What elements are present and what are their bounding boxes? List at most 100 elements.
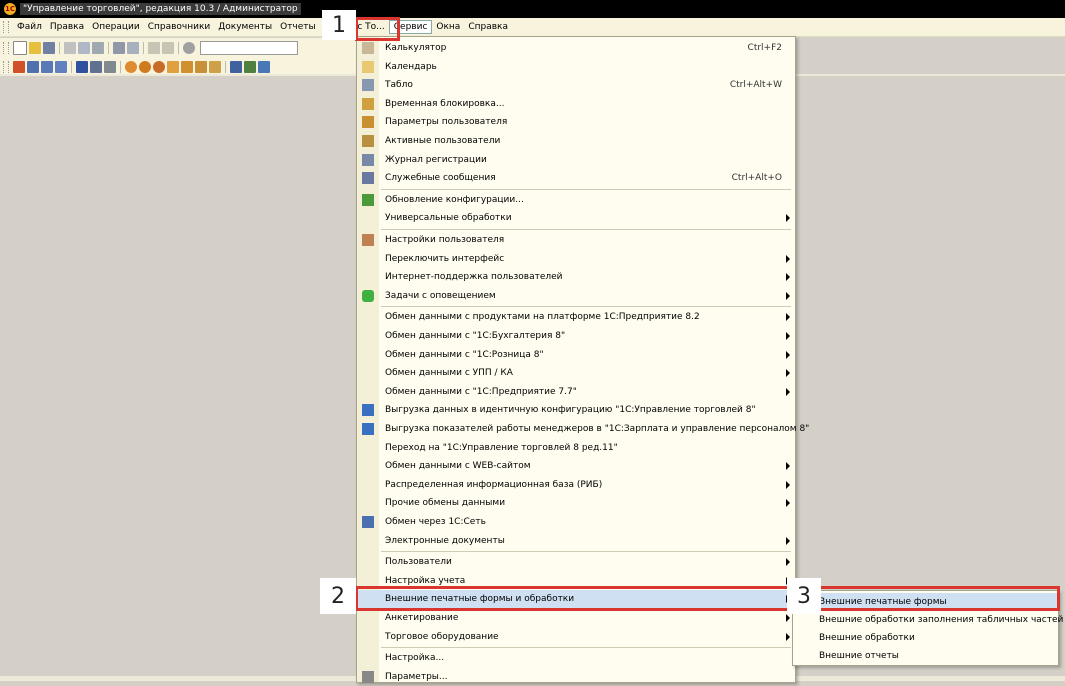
menu-item[interactable]: Электронные документы [357,532,795,550]
menu-item[interactable]: Настройки пользователя [357,231,795,249]
menu-0[interactable]: Файл [13,21,46,33]
purchase-icon[interactable] [139,61,151,73]
menu-8[interactable]: Окна [432,21,464,33]
menu-item-label: Обмен данными с "1С:Предприятие 7.7" [385,386,577,397]
menu-3[interactable]: Справочники [144,21,215,33]
menu-item[interactable]: Обмен данными с "1С:Предприятие 7.7" [357,383,795,401]
menu-2[interactable]: Операции [88,21,144,33]
menu-item[interactable]: Прочие обмены данными [357,494,795,512]
menubar-grip[interactable] [3,21,9,33]
documents-icon[interactable] [55,61,67,73]
menu-item[interactable]: Обмен данными с УПП / КА [357,364,795,382]
menu-item-label: Временная блокировка... [385,98,505,109]
inventory-icon[interactable] [258,61,270,73]
annotation-step-1: 1 [322,10,356,40]
menu-item-label: Универсальные обработки [385,213,512,224]
title-bar: 1С "Управление торговлей", редакция 10.3… [0,0,1065,18]
contractors-icon[interactable] [76,61,88,73]
cut-icon[interactable] [64,42,76,54]
menu-item[interactable]: Параметры... [357,668,795,686]
menu-item[interactable]: Выгрузка показателей работы менеджеров в… [357,420,809,438]
menu-item[interactable]: Выгрузка данных в идентичную конфигураци… [357,401,795,419]
menu-item[interactable]: Параметры пользователя [357,113,795,131]
documents-icon[interactable] [27,61,39,73]
menu-item[interactable]: Календарь [357,58,795,76]
sales-icon[interactable] [125,61,137,73]
menu-5[interactable]: Отчеты [276,21,320,33]
menu-item[interactable]: Переход на "1С:Управление торговлей 8 ре… [357,439,795,457]
redo-icon[interactable] [162,42,174,54]
search-icon[interactable] [183,42,195,54]
menu-9[interactable]: Справка [464,21,512,33]
menu-item[interactable]: Активные пользователи [357,132,795,150]
return-icon[interactable] [153,61,165,73]
preview-icon[interactable] [127,42,139,54]
table-icon[interactable] [90,61,102,73]
undo-icon[interactable] [148,42,160,54]
menu-item-label: Пользователи [385,557,452,568]
calculator-icon [362,42,374,54]
new-document-icon[interactable] [13,41,27,55]
menu-separator [381,188,791,190]
bank-icon[interactable] [209,61,221,73]
submenu-item[interactable]: Внешние отчеты [793,647,1058,665]
menu-separator [381,306,791,308]
coins-icon[interactable] [167,61,179,73]
menu-item-label: Задачи с оповещением [385,290,496,301]
print-icon[interactable] [113,42,125,54]
menu-separator [381,229,791,230]
toolbar-grip[interactable] [3,61,9,73]
menu-item[interactable]: Задачи с оповещением [357,287,795,305]
menu-item[interactable]: Торговое оборудование [357,628,795,646]
warehouse-icon[interactable] [244,61,256,73]
menu-1[interactable]: Правка [46,21,88,33]
submenu-arrow-icon [786,273,790,282]
cash-icon[interactable] [181,61,193,73]
menu-item[interactable]: Распределенная информационная база (РИБ) [357,476,795,494]
menu-item[interactable]: Обмен через 1С:Сеть [357,513,795,531]
menu-item[interactable]: Пользователи [357,553,795,571]
menu-item[interactable]: Обмен данными с "1С:Розница 8" [357,346,795,364]
menu-item-label: Обмен данными с WEB-сайтом [385,461,531,472]
menu-item[interactable]: Временная блокировка... [357,95,795,113]
chart-icon[interactable] [104,61,116,73]
open-folder-icon[interactable] [29,42,41,54]
menu-item[interactable]: Интернет-поддержка пользователей [357,268,795,286]
menu-item[interactable]: Обновление конфигурации... [357,191,795,209]
menu-item[interactable]: Журнал регистрации [357,151,795,169]
annotation-step-2: 2 [320,578,356,614]
save-icon[interactable] [43,42,55,54]
menu-item[interactable]: Обмен данными с WEB-сайтом [357,457,795,475]
toolbar-grip[interactable] [3,42,9,54]
menu-item[interactable]: Калькулятор Ctrl+F2 [357,39,795,57]
menu-item[interactable]: Табло Ctrl+Alt+W [357,76,795,94]
menu-item-label: Переход на "1С:Управление торговлей 8 ре… [385,442,618,453]
copy-icon[interactable] [78,42,90,54]
transfer-icon[interactable] [230,61,242,73]
submenu-arrow-icon [786,369,790,378]
journal-icon[interactable] [13,61,25,73]
menu-item[interactable]: Обмен данными с продуктами на платформе … [357,308,795,326]
menu-item[interactable]: Обмен данными с "1С:Бухгалтерия 8" [357,327,795,345]
menu-item-label: Настройки пользователя [385,235,505,245]
menu-item[interactable]: Универсальные обработки [357,209,795,227]
submenu-item[interactable]: Внешние обработки [793,629,1058,647]
menu-item-label: Обновление конфигурации... [385,194,524,205]
active-users-icon [362,135,374,147]
submenu-arrow-icon [786,350,790,359]
submenu-item[interactable]: Внешние обработки заполнения табличных ч… [793,611,1063,629]
menu-item-label: Табло [385,80,413,91]
menu-item[interactable]: Служебные сообщения Ctrl+Alt+O [357,169,795,187]
submenu-arrow-icon [786,254,790,263]
menu-4[interactable]: Документы [214,21,276,33]
paste-icon[interactable] [92,42,104,54]
menu-item[interactable]: Настройка... [357,649,795,667]
payment-icon[interactable] [195,61,207,73]
menu-item[interactable]: Анкетирование [357,609,795,627]
menu-item[interactable]: Переключить интерфейс [357,250,795,268]
menu-item-label: Калькулятор [385,43,447,53]
window-title: "Управление торговлей", редакция 10.3 / … [20,3,301,15]
submenu-item-label: Внешние обработки [819,633,915,643]
search-input[interactable] [200,41,298,55]
documents-icon[interactable] [41,61,53,73]
